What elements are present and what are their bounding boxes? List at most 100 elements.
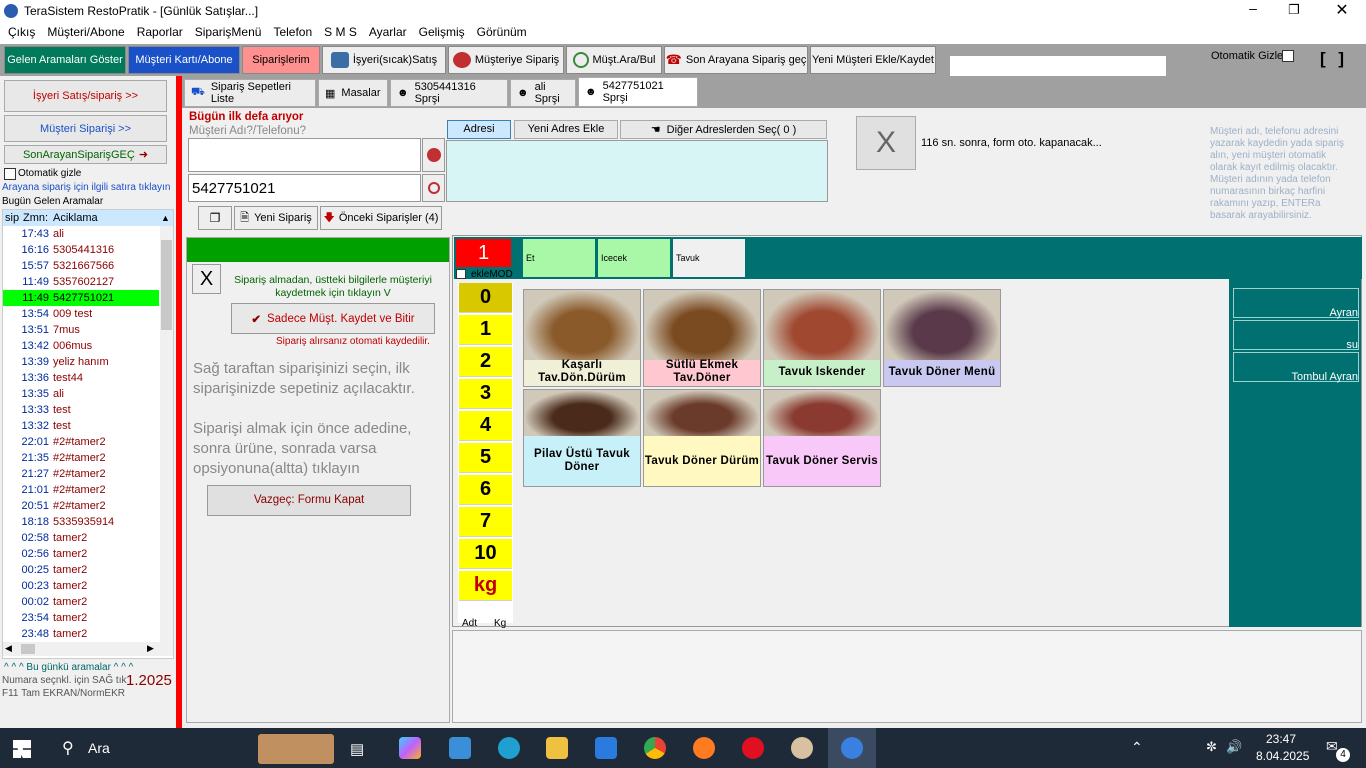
diger-adresler-button[interactable]: ☚ Diğer Adreslerden Seç( 0 ) <box>620 120 827 139</box>
call-row[interactable]: 11:49 5357602127 <box>3 274 159 290</box>
musteri-adi-input[interactable] <box>188 138 421 172</box>
tab-5427751021[interactable]: ☻ 5427751021 Sprşi <box>578 77 698 107</box>
product-item[interactable]: Tavuk Döner Dürüm <box>643 389 761 487</box>
product-item[interactable]: Pilav Üstü Tavuk Döner <box>523 389 641 487</box>
call-row[interactable]: 02:56 tamer2 <box>3 546 159 562</box>
call-row[interactable]: 02:58 tamer2 <box>3 530 159 546</box>
call-row[interactable]: 21:01 #2#tamer2 <box>3 482 159 498</box>
paint-icon[interactable] <box>791 737 813 759</box>
qty-button[interactable]: 3 <box>459 379 512 409</box>
call-row[interactable]: 00:02 tamer2 <box>3 594 159 610</box>
menu-item[interactable]: SiparişMenü <box>189 22 268 42</box>
h-scrollbar[interactable]: ◀ ▶ <box>3 642 173 656</box>
tab-5305441316[interactable]: ☻ 5305441316 Sprşi <box>390 79 508 107</box>
isyeri-siparis-button[interactable]: İşyeri Satış/sipariş >> <box>4 80 167 112</box>
tab-ali[interactable]: ☻ ali Sprşi <box>510 79 576 107</box>
otomatik-gizle-left-checkbox[interactable] <box>4 168 16 180</box>
store-icon[interactable] <box>595 737 617 759</box>
sadece-kaydet-button[interactable]: ✔ Sadece Müşt. Kaydet ve Bitir <box>231 303 435 334</box>
call-row[interactable]: 21:35 #2#tamer2 <box>3 450 159 466</box>
clock-date[interactable]: 8.04.2025 <box>1256 749 1309 763</box>
calls-scrollbar[interactable] <box>160 226 173 642</box>
musteri-karti-button[interactable]: Müşteri Kartı/Abone <box>128 46 240 74</box>
search-icon[interactable]: ⚲ <box>62 738 74 758</box>
call-row[interactable]: 20:51 #2#tamer2 <box>3 498 159 514</box>
call-row[interactable]: 00:25 tamer2 <box>3 562 159 578</box>
call-row[interactable]: 23:54 tamer2 <box>3 610 159 626</box>
qty-button[interactable]: 7 <box>459 507 512 537</box>
call-row[interactable]: 13:39 yeliz hanım <box>3 354 159 370</box>
yeni-musteri-button[interactable]: Yeni Müşteri Ekle/Kaydet <box>810 46 936 74</box>
phone-input[interactable]: 5427751021 <box>188 174 421 202</box>
gelen-aramalar-button[interactable]: Gelen Aramaları Göster <box>4 46 126 74</box>
son-arayan-siparis-button[interactable]: SonArayanSiparişGEÇ ➜ <box>4 145 167 164</box>
eklemod-checkbox[interactable] <box>456 269 466 279</box>
call-row[interactable]: 00:23 tamer2 <box>3 578 159 594</box>
musteriye-siparis-button[interactable]: Müşteriye Sipariş <box>448 46 564 74</box>
call-row[interactable]: 23:48 tamer2 <box>3 626 159 642</box>
vazgec-button[interactable]: Vazgeç: Formu Kapat <box>207 485 411 516</box>
option-item[interactable]: Tombul Ayran <box>1233 352 1359 383</box>
yeni-adres-button[interactable]: Yeni Adres Ekle <box>514 120 618 139</box>
chevron-up-icon[interactable]: ⌃ <box>1131 739 1143 756</box>
call-row[interactable]: 17:43 ali <box>3 226 159 242</box>
product-item[interactable]: Tavuk Döner Menü <box>883 289 1001 387</box>
opera-icon[interactable] <box>742 737 764 759</box>
phone-search-button[interactable] <box>422 174 445 202</box>
call-row[interactable]: 13:54 009 test <box>3 306 159 322</box>
qty-button[interactable]: 5 <box>459 443 512 473</box>
call-row[interactable]: 13:32 test <box>3 418 159 434</box>
close-window-button[interactable]: ✕ <box>1330 0 1354 22</box>
menu-item[interactable]: Çıkış <box>2 22 41 42</box>
address-textarea[interactable] <box>446 140 828 202</box>
isyeri-satis-button[interactable]: İşyeri(sıcak)Satış <box>322 46 446 74</box>
call-row[interactable]: 13:35 ali <box>3 386 159 402</box>
fullscreen-brackets-button[interactable]: [ ] <box>1320 49 1348 69</box>
maximize-button[interactable]: ❐ <box>1284 2 1304 20</box>
call-row[interactable]: 18:18 5335935914 <box>3 514 159 530</box>
yeni-siparis-button[interactable]: 🗎 Yeni Sipariş <box>234 206 318 230</box>
son-arayana-button[interactable]: ☎ Son Arayana Sipariş geç <box>664 46 808 74</box>
tab-sepetler[interactable]: ⛟ Sipariş Sepetleri Liste <box>184 79 316 107</box>
file-explorer-icon[interactable] <box>546 737 568 759</box>
category-icecek[interactable]: Icecek <box>598 239 670 277</box>
chrome-icon[interactable] <box>644 737 666 759</box>
musteri-siparisi-button[interactable]: Müşteri Siparişi >> <box>4 115 167 142</box>
copilot-icon[interactable] <box>399 737 421 759</box>
adresi-tab[interactable]: Adresi <box>447 120 511 139</box>
tab-masalar[interactable]: ▦ Masalar <box>318 79 388 107</box>
qty-button[interactable]: 1 <box>459 315 512 345</box>
onceki-siparisler-button[interactable]: 🡇 Önceki Siparişler (4) <box>320 206 442 230</box>
product-item[interactable]: Tavuk Döner Servis <box>763 389 881 487</box>
widget-buildings-icon[interactable] <box>258 734 334 764</box>
pc-icon[interactable] <box>449 737 471 759</box>
call-row[interactable]: 16:16 5305441316 <box>3 242 159 258</box>
copy-button[interactable]: ❐ <box>198 206 232 230</box>
firefox-icon[interactable] <box>693 737 715 759</box>
volume-icon[interactable]: 🔊 <box>1226 739 1242 755</box>
user-search-button[interactable] <box>422 138 445 172</box>
menu-item[interactable]: S M S <box>318 22 363 42</box>
menu-item[interactable]: Gelişmiş <box>413 22 471 42</box>
option-item[interactable]: su <box>1233 320 1359 351</box>
qty-button[interactable]: 4 <box>459 411 512 441</box>
clock-time[interactable]: 23:47 <box>1266 732 1296 746</box>
windows-start-icon[interactable] <box>13 740 31 758</box>
product-item[interactable]: Tavuk Iskender <box>763 289 881 387</box>
edge-icon[interactable] <box>498 737 520 759</box>
menu-item[interactable]: Müşteri/Abone <box>41 22 130 42</box>
scroll-thumb[interactable] <box>161 240 172 330</box>
cancel-order-button[interactable]: X <box>192 264 221 294</box>
menu-item[interactable]: Ayarlar <box>363 22 413 42</box>
taskbar-search-label[interactable]: Ara <box>88 740 110 756</box>
call-row[interactable]: 11:49 5427751021 <box>3 290 159 306</box>
task-view-icon[interactable]: ▤ <box>350 740 364 758</box>
call-row[interactable]: 15:57 5321667566 <box>3 258 159 274</box>
qty-button[interactable]: kg <box>459 571 512 601</box>
call-row[interactable]: 13:33 test <box>3 402 159 418</box>
network-icon[interactable]: ✼ <box>1206 739 1217 755</box>
qty-button[interactable]: 6 <box>459 475 512 505</box>
menu-item[interactable]: Telefon <box>267 22 318 42</box>
siparislerim-button[interactable]: Siparişlerim <box>242 46 320 74</box>
restopratik-taskbar-icon[interactable] <box>828 728 876 768</box>
